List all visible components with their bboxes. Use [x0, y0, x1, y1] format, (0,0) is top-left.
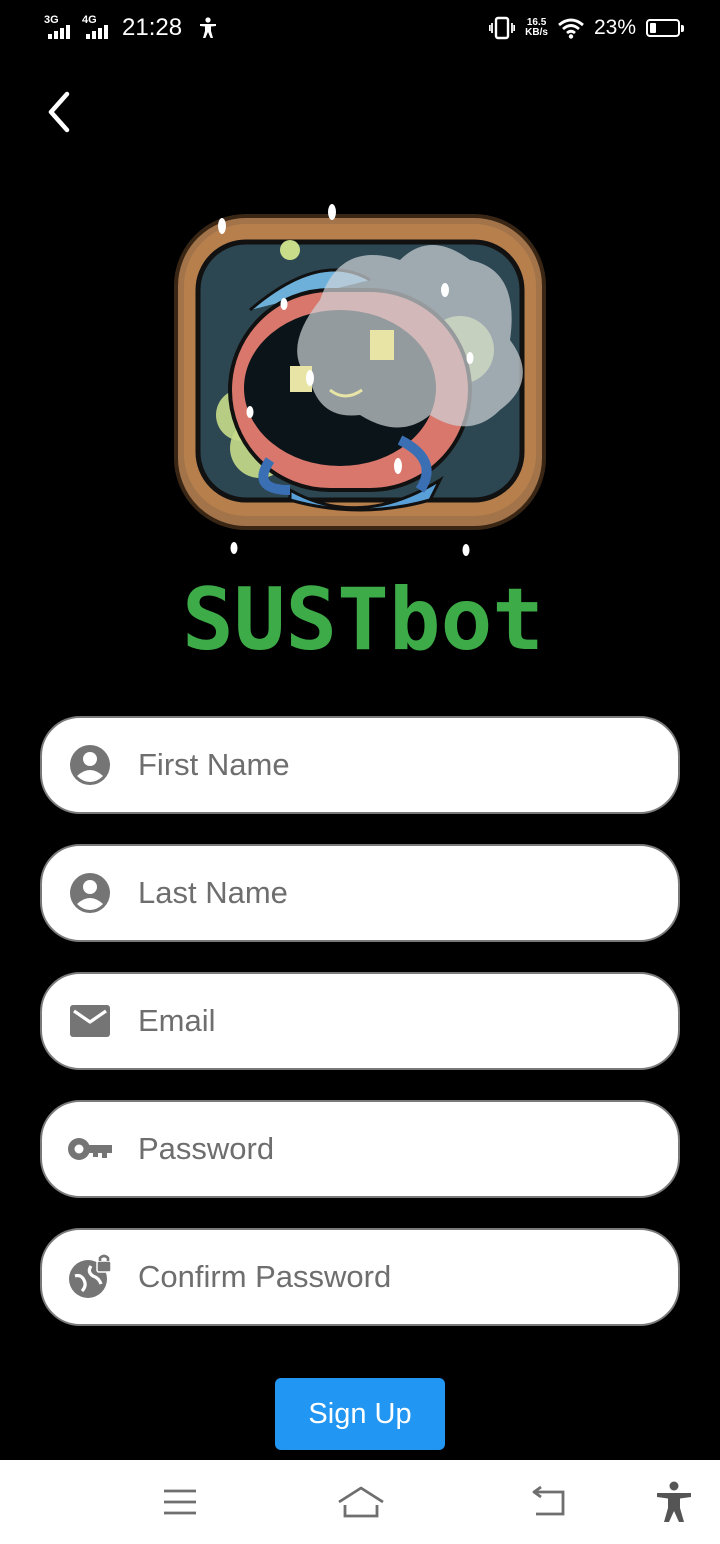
back-button[interactable]: [34, 88, 82, 136]
status-bar: 3G 4G 21:28 16.5 KB/s 23%: [0, 0, 720, 56]
sign-up-button[interactable]: Sign Up: [275, 1378, 445, 1450]
status-left: 3G 4G 21:28: [44, 14, 218, 42]
account-circle-icon: [66, 869, 114, 917]
battery-percent: 23%: [593, 16, 636, 39]
network-speed: 16.5 KB/s: [525, 18, 548, 38]
email-field[interactable]: [40, 972, 680, 1070]
password-input[interactable]: [138, 1119, 658, 1179]
accessibility-icon[interactable]: [652, 1480, 696, 1524]
wifi-icon: [558, 18, 584, 39]
confirm-password-field[interactable]: [40, 1228, 680, 1326]
logo-wordmark: SUSTbot: [182, 575, 544, 657]
signal-3g-icon: 3G: [44, 15, 76, 41]
chevron-left-icon: [48, 91, 70, 133]
accessibility-icon: [200, 17, 217, 38]
last-name-input[interactable]: [138, 863, 658, 923]
first-name-input[interactable]: [138, 735, 658, 795]
logo-wordmark-text: SUSTbot: [182, 575, 544, 657]
vibrate-icon: [489, 16, 516, 40]
logo-robot-tv-image: [174, 204, 546, 556]
first-name-field[interactable]: [40, 716, 680, 814]
navigation-bar: [0, 1460, 720, 1544]
status-right: 16.5 KB/s 23%: [489, 14, 684, 42]
globe-lock-icon: [66, 1253, 114, 1301]
account-circle-icon: [66, 741, 114, 789]
confirm-password-input[interactable]: [138, 1247, 658, 1307]
email-input[interactable]: [138, 991, 658, 1051]
battery-level: [650, 23, 656, 33]
password-field[interactable]: [40, 1100, 680, 1198]
speed-unit: KB/s: [525, 27, 548, 38]
back-icon[interactable]: [527, 1480, 571, 1524]
clock: 21:28: [122, 14, 183, 41]
battery-icon: [646, 19, 684, 37]
last-name-field[interactable]: [40, 844, 680, 942]
signal-4g-icon: 4G: [82, 15, 114, 41]
menu-icon[interactable]: [158, 1480, 202, 1524]
mail-icon: [66, 997, 114, 1045]
key-icon: [66, 1125, 114, 1173]
home-icon[interactable]: [336, 1480, 386, 1524]
